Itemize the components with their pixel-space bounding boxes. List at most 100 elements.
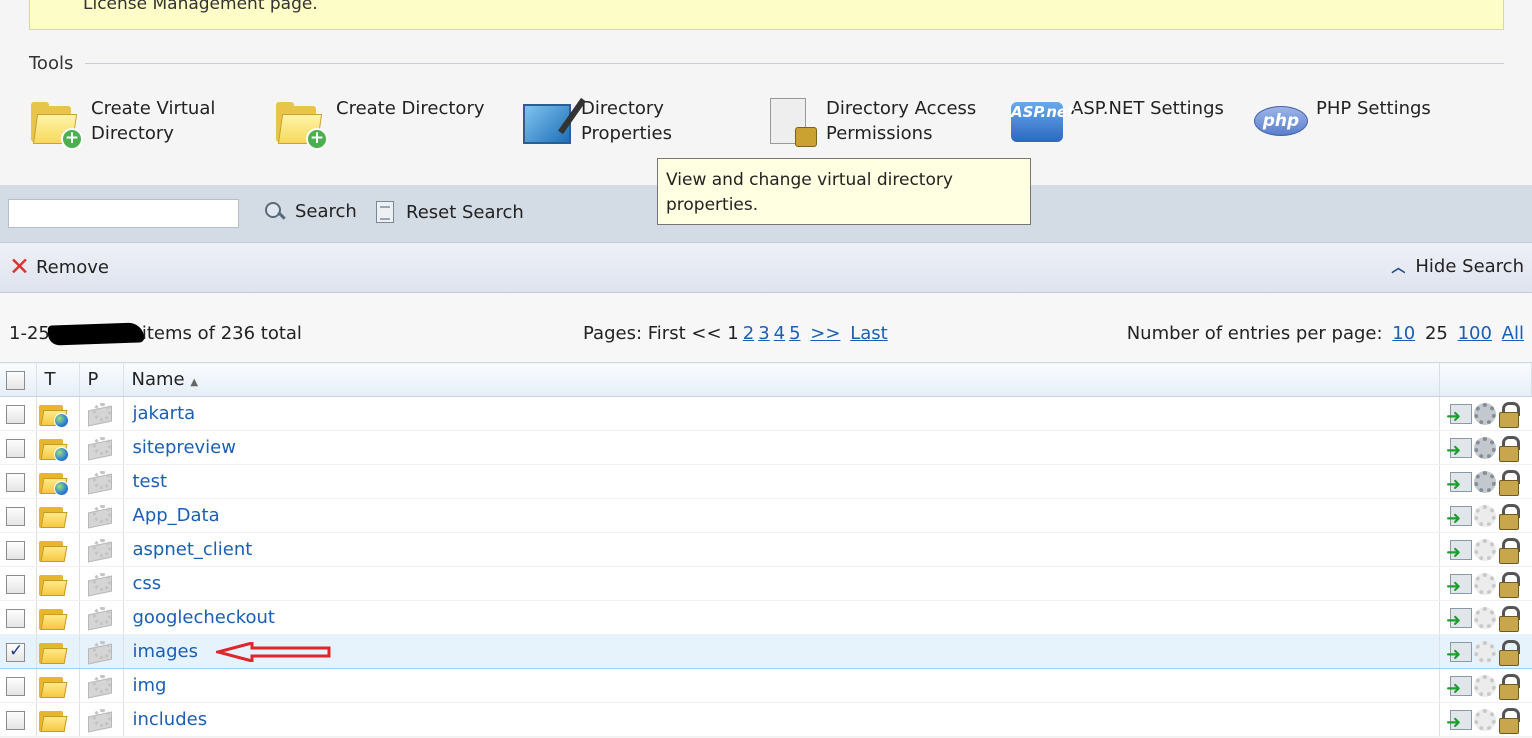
annotation-arrow (216, 642, 331, 662)
row-checkbox[interactable] (6, 710, 25, 730)
create-virtual-directory-label: Create Virtual Directory (91, 98, 216, 144)
select-all-header (0, 362, 37, 397)
select-all-checkbox[interactable] (6, 370, 25, 390)
row-checkbox-cell (0, 430, 37, 465)
table-row[interactable]: css (0, 566, 1532, 601)
directory-name-link[interactable]: images (133, 641, 198, 662)
lock-icon[interactable] (1499, 571, 1520, 598)
create-virtual-directory-button[interactable]: + Create Virtual Directory (29, 96, 274, 150)
create-directory-button[interactable]: + Create Directory (274, 96, 519, 150)
row-checkbox-cell (0, 566, 37, 601)
permission-gear-icon (86, 606, 112, 630)
actions-cell (1439, 532, 1532, 567)
settings-gear-icon[interactable] (1474, 402, 1496, 425)
remove-button[interactable]: ✕ Remove (9, 254, 109, 279)
hide-search-button[interactable]: ︿ Hide Search (1391, 256, 1524, 277)
directory-access-permissions-button[interactable]: Directory Access Permissions (764, 96, 1009, 150)
browse-arrow-icon[interactable] (1446, 674, 1472, 699)
row-checkbox[interactable] (6, 540, 25, 560)
entries-option-10[interactable]: 10 (1392, 323, 1415, 344)
lock-icon[interactable] (1499, 469, 1520, 496)
perm-cell (79, 600, 124, 635)
lock-icon[interactable] (1499, 673, 1520, 700)
row-checkbox[interactable] (6, 438, 25, 458)
directory-name-link[interactable]: img (133, 675, 167, 696)
browse-arrow-icon[interactable] (1446, 470, 1472, 495)
browse-arrow-icon[interactable] (1446, 640, 1472, 665)
folder-add-icon: + (29, 96, 83, 150)
browse-arrow-icon[interactable] (1446, 504, 1472, 529)
table-row[interactable]: App_Data (0, 498, 1532, 533)
directory-properties-button[interactable]: Directory Properties (519, 96, 764, 150)
row-checkbox-cell (0, 498, 37, 533)
pager-next-link[interactable]: >> (810, 323, 840, 344)
entries-option-all[interactable]: All (1502, 323, 1524, 344)
browse-arrow-icon[interactable] (1446, 436, 1472, 461)
lock-icon[interactable] (1499, 605, 1520, 632)
row-checkbox[interactable] (6, 676, 25, 696)
row-checkbox[interactable] (6, 641, 25, 662)
lock-icon[interactable] (1499, 537, 1520, 564)
settings-gear-icon[interactable] (1474, 470, 1496, 493)
table-row[interactable]: aspnet_client (0, 532, 1532, 567)
row-checkbox[interactable] (6, 472, 25, 492)
aspnet-settings-button[interactable]: ASP.net ASP.NET Settings (1009, 96, 1254, 150)
directory-name-link[interactable]: jakarta (133, 403, 196, 424)
table-row[interactable]: jakarta (0, 396, 1532, 431)
lock-icon[interactable] (1499, 401, 1520, 428)
page-link[interactable]: 2 (743, 323, 754, 344)
settings-gear-icon[interactable] (1474, 538, 1496, 561)
actions-column-header (1439, 362, 1532, 397)
table-row[interactable]: img (0, 668, 1532, 703)
directory-name-link[interactable]: includes (133, 709, 208, 730)
entries-option-100[interactable]: 100 (1458, 323, 1492, 344)
directory-name-link[interactable]: test (133, 471, 168, 492)
table-row[interactable]: sitepreview (0, 430, 1532, 465)
lock-icon[interactable] (1499, 435, 1520, 462)
row-checkbox[interactable] (6, 574, 25, 594)
php-settings-button[interactable]: php PHP Settings (1254, 96, 1499, 150)
directory-name-link[interactable]: aspnet_client (133, 539, 253, 560)
search-button[interactable]: Search (265, 201, 357, 222)
row-checkbox[interactable] (6, 608, 25, 628)
browse-arrow-icon[interactable] (1446, 538, 1472, 563)
permission-gear-icon (86, 674, 112, 698)
lock-icon[interactable] (1499, 503, 1520, 530)
settings-gear-icon[interactable] (1474, 572, 1496, 595)
lock-icon[interactable] (1499, 639, 1520, 666)
create-directory-label: Create Directory (336, 98, 485, 119)
table-row[interactable]: includes (0, 702, 1532, 737)
browse-arrow-icon[interactable] (1446, 606, 1472, 631)
reset-search-button[interactable]: Reset Search (376, 201, 524, 223)
directory-name-link[interactable]: sitepreview (133, 437, 236, 458)
settings-gear-icon[interactable] (1474, 708, 1496, 731)
name-cell: App_Data (123, 498, 1440, 533)
name-column-header[interactable]: Name ▲ (123, 362, 1440, 397)
name-cell: aspnet_client (123, 532, 1440, 567)
search-input[interactable] (8, 199, 239, 228)
row-checkbox[interactable] (6, 506, 25, 526)
perm-column-header[interactable]: P (79, 362, 124, 397)
directory-name-link[interactable]: App_Data (133, 505, 220, 526)
page-link[interactable]: 5 (789, 323, 800, 344)
browse-arrow-icon[interactable] (1446, 402, 1472, 427)
table-row[interactable]: test (0, 464, 1532, 499)
row-checkbox[interactable] (6, 404, 25, 424)
type-column-header[interactable]: T (36, 362, 80, 397)
page-link[interactable]: 4 (774, 323, 785, 344)
table-row[interactable]: googlecheckout (0, 600, 1532, 635)
browse-arrow-icon[interactable] (1446, 572, 1472, 597)
settings-gear-icon[interactable] (1474, 504, 1496, 527)
actions-cell (1439, 566, 1532, 601)
directory-name-link[interactable]: css (133, 573, 162, 594)
lock-icon[interactable] (1499, 707, 1520, 734)
settings-gear-icon[interactable] (1474, 640, 1496, 663)
settings-gear-icon[interactable] (1474, 436, 1496, 459)
directory-name-link[interactable]: googlecheckout (133, 607, 276, 628)
settings-gear-icon[interactable] (1474, 606, 1496, 629)
browse-arrow-icon[interactable] (1446, 708, 1472, 733)
settings-gear-icon[interactable] (1474, 674, 1496, 697)
page-link[interactable]: 3 (758, 323, 769, 344)
aspnet-icon: ASP.net (1009, 96, 1074, 150)
pager-last-link[interactable]: Last (850, 323, 888, 344)
